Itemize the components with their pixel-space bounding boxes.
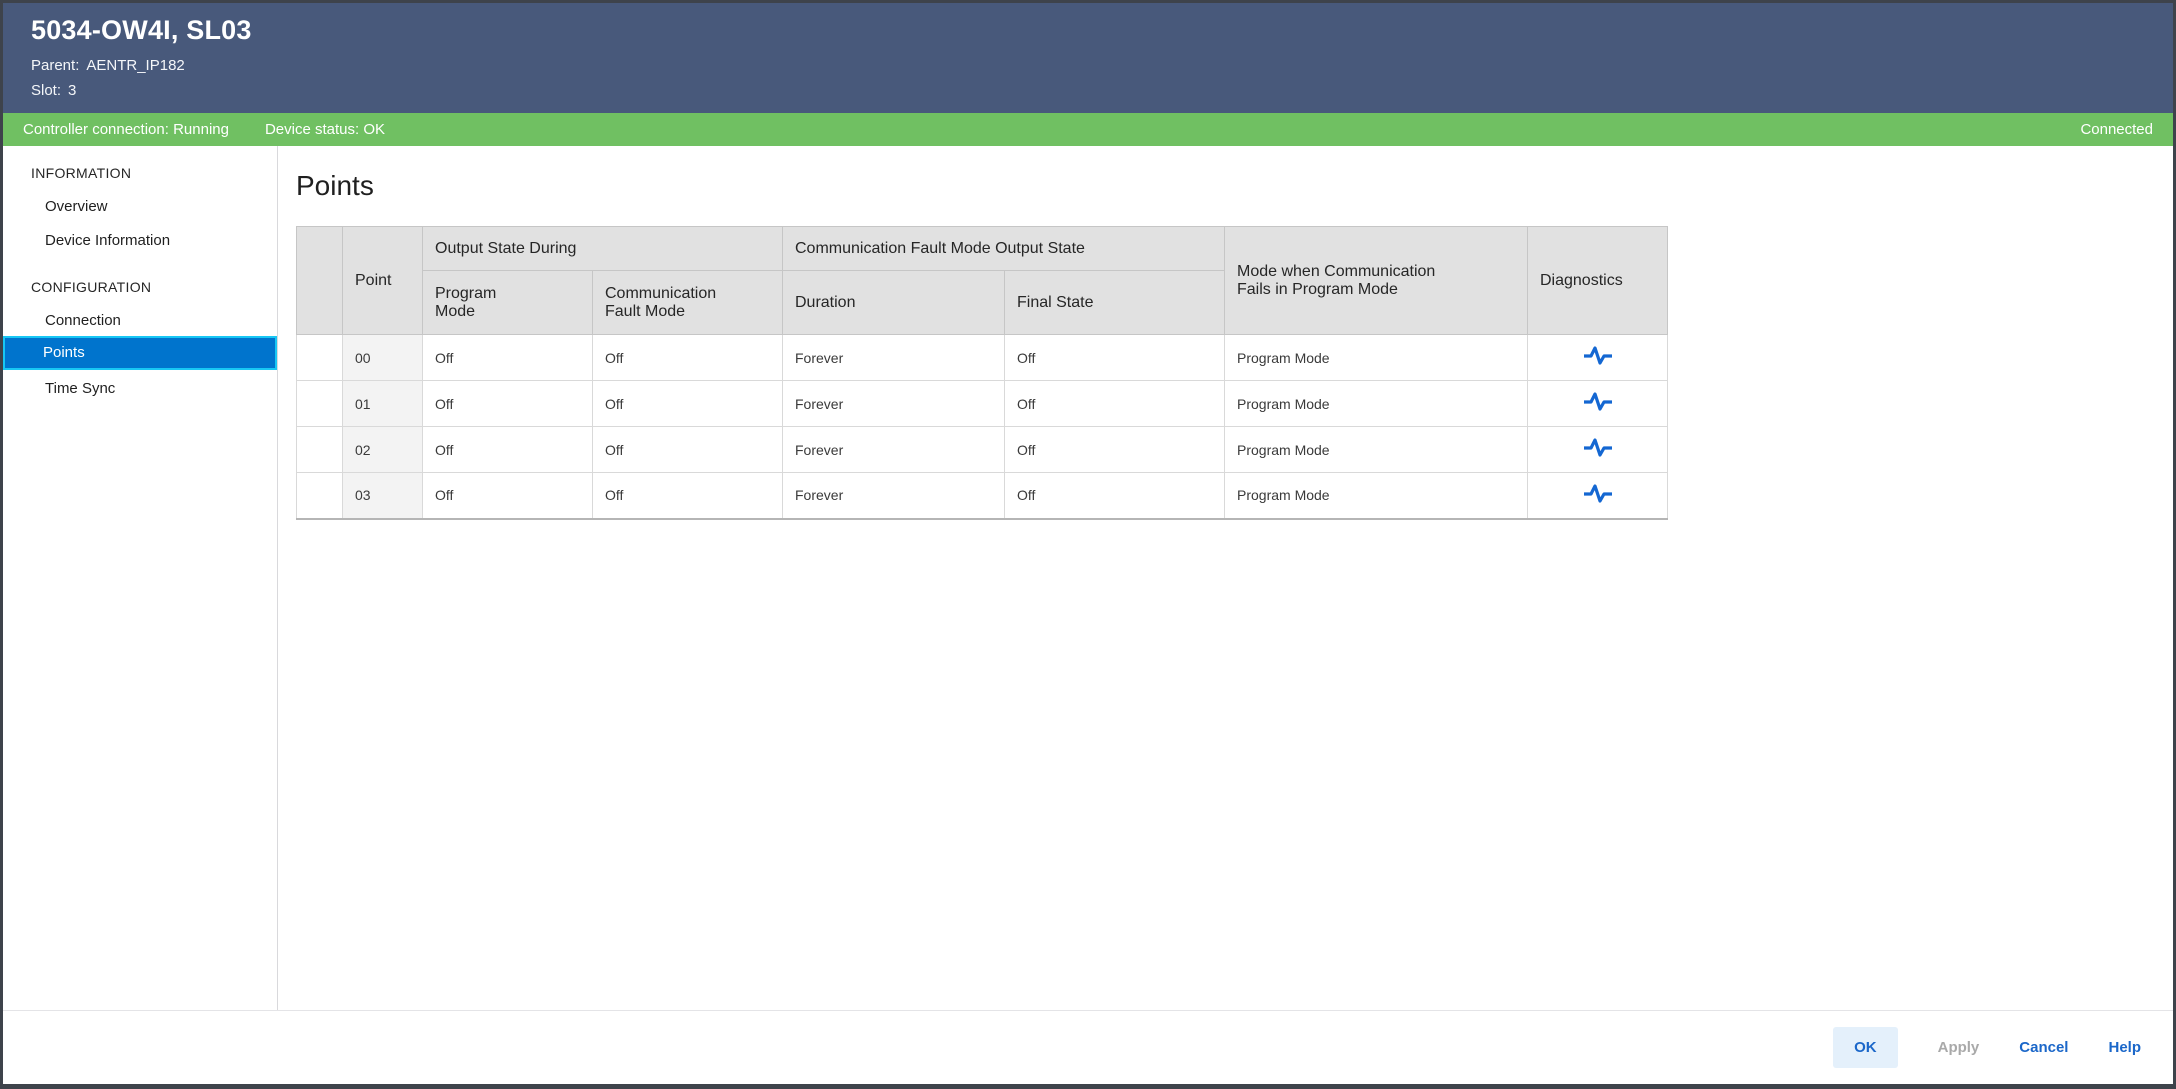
ok-button[interactable]: OK	[1833, 1027, 1898, 1068]
point-number-cell: 02	[343, 427, 423, 473]
page-title: Points	[296, 170, 2173, 202]
duration-cell[interactable]: Forever	[783, 427, 1005, 473]
points-table: Point Output State During Communication …	[296, 226, 1668, 520]
parent-label: Parent:	[31, 57, 79, 74]
mode-when-comm-fails-cell[interactable]: Program Mode	[1225, 427, 1528, 473]
sidebar-item-connection[interactable]: Connection	[3, 302, 277, 336]
group-header-comm-fault-output-state: Communication Fault Mode Output State	[783, 227, 1225, 271]
point-number-cell: 03	[343, 473, 423, 519]
column-header-mode-when-comm-fails: Mode when Communication Fails in Program…	[1225, 227, 1528, 335]
column-header-duration: Duration	[783, 271, 1005, 335]
table-row-point-03: 03 Off Off Forever Off Program Mode	[297, 473, 1668, 519]
communication-fault-mode-cell[interactable]: Off	[593, 335, 783, 381]
point-number-cell: 01	[343, 381, 423, 427]
communication-fault-mode-cell[interactable]: Off	[593, 427, 783, 473]
slot-label: Slot:	[31, 82, 61, 99]
row-selector-header	[297, 227, 343, 335]
device-profile-window: 5034-OW4I, SL03 Parent: AENTR_IP182 Slot:…	[0, 0, 2176, 1089]
controller-connection-status: Controller connection: Running	[23, 121, 229, 138]
sidebar-section-configuration: CONFIGURATION Connection Points Time Syn…	[3, 270, 277, 404]
communication-fault-mode-cell[interactable]: Off	[593, 473, 783, 519]
mode-when-comm-fails-cell[interactable]: Program Mode	[1225, 473, 1528, 519]
sidebar-item-points[interactable]: Points	[3, 336, 277, 370]
program-mode-cell[interactable]: Off	[423, 381, 593, 427]
sidebar-item-time-sync[interactable]: Time Sync	[3, 370, 277, 404]
row-selector-cell[interactable]	[297, 381, 343, 427]
communication-fault-mode-cell[interactable]: Off	[593, 381, 783, 427]
row-selector-cell[interactable]	[297, 473, 343, 519]
table-row-point-01: 01 Off Off Forever Off Program Mode	[297, 381, 1668, 427]
points-table-header: Point Output State During Communication …	[297, 227, 1668, 335]
column-header-program-mode: Program Mode	[423, 271, 593, 335]
diagnostics-cell[interactable]	[1528, 335, 1668, 381]
connection-state-badge: Connected	[2080, 121, 2153, 138]
column-header-final-state: Final State	[1005, 271, 1225, 335]
duration-cell[interactable]: Forever	[783, 473, 1005, 519]
final-state-cell[interactable]: Off	[1005, 473, 1225, 519]
slot-value: 3	[68, 82, 76, 99]
cancel-button[interactable]: Cancel	[2019, 1039, 2068, 1056]
duration-cell[interactable]: Forever	[783, 381, 1005, 427]
parent-line: Parent: AENTR_IP182	[31, 53, 2149, 78]
diagnostics-cell[interactable]	[1528, 427, 1668, 473]
point-number-cell: 00	[343, 335, 423, 381]
points-table-body: 00 Off Off Forever Off Program Mode 01 O…	[297, 335, 1668, 519]
final-state-cell[interactable]: Off	[1005, 427, 1225, 473]
column-header-point: Point	[343, 227, 423, 335]
sidebar-section-information: INFORMATION Overview Device Information	[3, 156, 277, 256]
program-mode-cell[interactable]: Off	[423, 473, 593, 519]
device-status: Device status: OK	[265, 121, 385, 138]
pulse-waveform-icon[interactable]	[1582, 344, 1614, 371]
dialog-footer: OK Apply Cancel Help	[3, 1010, 2173, 1084]
final-state-cell[interactable]: Off	[1005, 381, 1225, 427]
pulse-waveform-icon[interactable]	[1582, 390, 1614, 417]
sidebar-section-title-configuration: CONFIGURATION	[3, 270, 277, 302]
table-row-point-02: 02 Off Off Forever Off Program Mode	[297, 427, 1668, 473]
mode-when-comm-fails-cell[interactable]: Program Mode	[1225, 335, 1528, 381]
diagnostics-cell[interactable]	[1528, 473, 1668, 519]
mode-when-comm-fails-cell[interactable]: Program Mode	[1225, 381, 1528, 427]
row-selector-cell[interactable]	[297, 335, 343, 381]
group-header-output-state-during: Output State During	[423, 227, 783, 271]
title-bar: 5034-OW4I, SL03 Parent: AENTR_IP182 Slot:…	[3, 3, 2173, 113]
window-title: 5034-OW4I, SL03	[31, 15, 2149, 46]
program-mode-cell[interactable]: Off	[423, 427, 593, 473]
column-header-diagnostics: Diagnostics	[1528, 227, 1668, 335]
column-header-communication-fault-mode: Communication Fault Mode	[593, 271, 783, 335]
status-bar: Controller connection: Running Device st…	[3, 113, 2173, 146]
table-row-point-00: 00 Off Off Forever Off Program Mode	[297, 335, 1668, 381]
sidebar-section-title-information: INFORMATION	[3, 156, 277, 188]
program-mode-cell[interactable]: Off	[423, 335, 593, 381]
apply-button[interactable]: Apply	[1938, 1039, 1980, 1056]
main-content: Points Point Output State During Communi…	[278, 146, 2173, 1010]
duration-cell[interactable]: Forever	[783, 335, 1005, 381]
sidebar-item-overview[interactable]: Overview	[3, 188, 277, 222]
parent-value: AENTR_IP182	[86, 57, 184, 74]
pulse-waveform-icon[interactable]	[1582, 482, 1614, 509]
sidebar-item-device-information[interactable]: Device Information	[3, 222, 277, 256]
diagnostics-cell[interactable]	[1528, 381, 1668, 427]
pulse-waveform-icon[interactable]	[1582, 436, 1614, 463]
sidebar-nav: INFORMATION Overview Device Information …	[3, 146, 278, 1010]
slot-line: Slot: 3	[31, 78, 2149, 103]
help-button[interactable]: Help	[2108, 1039, 2141, 1056]
body-area: INFORMATION Overview Device Information …	[3, 146, 2173, 1010]
row-selector-cell[interactable]	[297, 427, 343, 473]
final-state-cell[interactable]: Off	[1005, 335, 1225, 381]
